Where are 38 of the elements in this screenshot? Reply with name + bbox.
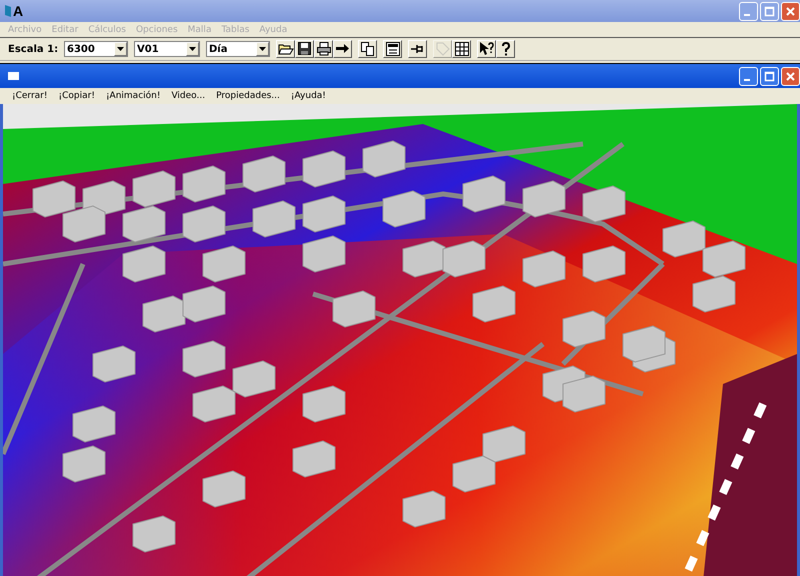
toolbar-button[interactable] [358, 40, 377, 58]
minimize-button[interactable] [739, 66, 758, 86]
dropdown[interactable]: 6300 [64, 41, 128, 57]
dropdown[interactable]: Día [206, 41, 270, 57]
scale-label: Escala 1: [8, 44, 60, 54]
copy-icon [360, 41, 376, 57]
toolbar-button[interactable] [408, 40, 427, 58]
printer-icon [316, 41, 332, 57]
toolbar-button[interactable] [496, 40, 515, 58]
toolbar-button[interactable] [314, 40, 333, 58]
close-button[interactable] [781, 2, 800, 20]
menu-item[interactable]: ¡Animación! [106, 91, 160, 101]
toolbar-button[interactable] [295, 40, 314, 58]
dropdown[interactable]: V01 [134, 41, 200, 57]
minimize-icon [744, 79, 750, 81]
tag-icon [434, 41, 450, 57]
toolbar-button[interactable] [276, 40, 295, 58]
menu-item[interactable]: ¡Cerrar! [12, 91, 48, 101]
toolbar-button[interactable] [383, 40, 402, 58]
maximize-button[interactable] [760, 66, 779, 86]
close-icon [785, 6, 796, 16]
toolbar-button[interactable] [333, 40, 352, 58]
menu-item[interactable]: ¡Ayuda! [290, 91, 326, 101]
app-icon [4, 4, 12, 18]
maximize-icon [764, 6, 775, 16]
close-button[interactable] [781, 66, 800, 86]
maximize-icon [764, 70, 775, 82]
toolbar-button[interactable] [477, 40, 496, 58]
menu-item[interactable]: Video... [171, 91, 206, 101]
close-icon [785, 70, 796, 82]
grid-icon [454, 41, 470, 57]
window-title: A [13, 3, 24, 19]
toolbar-button[interactable] [452, 40, 471, 58]
minimize-icon [744, 14, 750, 16]
document-icon [8, 72, 19, 80]
pointer-question-icon [478, 41, 494, 57]
menu-item[interactable]: ¡Copiar! [58, 91, 95, 101]
menu-item[interactable]: Propiedades... [216, 91, 280, 101]
